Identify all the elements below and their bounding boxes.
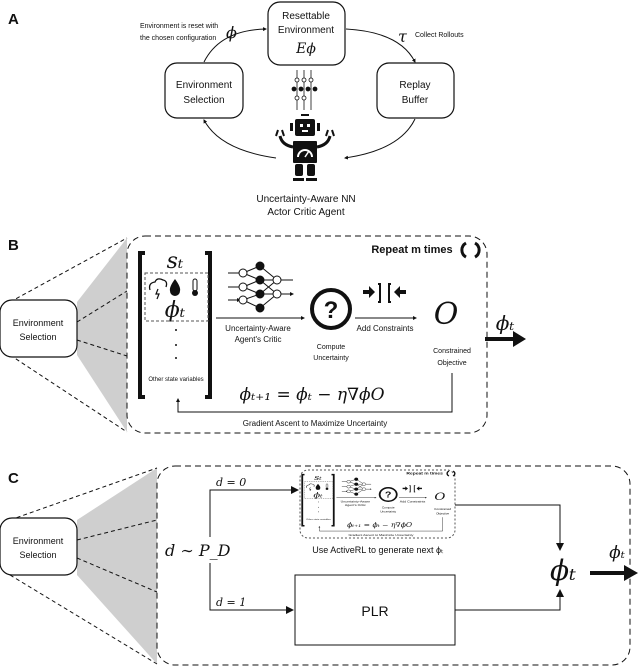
svg-text:Selection: Selection <box>183 95 224 106</box>
environment-selection-box: Environment Selection <box>0 299 78 358</box>
svg-text:Constrained: Constrained <box>433 348 471 355</box>
zoom-wedge <box>77 238 127 432</box>
resettable-environment-box: Resettable Environment Eϕ <box>267 1 346 66</box>
update-equation: ϕₜ₊₁ = ϕₜ − η∇ϕO <box>239 385 384 405</box>
phi-symbol: ϕ <box>226 23 237 42</box>
replay-buffer-box: Replay Buffer <box>376 62 455 119</box>
svg-text:Environment: Environment <box>13 536 64 546</box>
thermometer-icon <box>192 278 198 296</box>
svg-text:Resettable: Resettable <box>282 11 330 22</box>
activerl-to-phi-arrow <box>455 504 564 551</box>
activerl-process: sₜ ϕₜ Other state variables Uncertainty-… <box>138 241 481 428</box>
svg-text:Gradient Ascent to Maximize Un: Gradient Ascent to Maximize Uncertainty <box>243 419 388 428</box>
svg-text:Buffer: Buffer <box>402 95 429 106</box>
panel-a-label: A <box>8 11 19 28</box>
environment-selection-box: Environment Selection <box>0 517 78 576</box>
state-symbol: sₜ <box>167 249 184 274</box>
svg-text:Uncertainty-Aware: Uncertainty-Aware <box>225 324 291 333</box>
cycle-icon <box>460 241 481 259</box>
svg-text:Environment is reset with: Environment is reset with <box>140 23 218 30</box>
svg-text:Other state variables: Other state variables <box>148 377 203 383</box>
svg-text:Use ActiveRL to generate next: Use ActiveRL to generate next ϕₜ <box>312 545 444 555</box>
svg-text:Compute: Compute <box>317 344 346 351</box>
phi-t-symbol: ϕₜ <box>165 298 186 323</box>
activerl-mini-diagram <box>299 469 455 539</box>
svg-text:Objective: Objective <box>437 360 466 367</box>
svg-text:Add Constraints: Add Constraints <box>357 324 414 333</box>
arrow-buffer-to-agent <box>344 118 416 160</box>
env-symbol: Eϕ <box>295 41 316 57</box>
critic-network-icon <box>228 261 293 313</box>
constraint-icon <box>363 283 406 303</box>
svg-text:the chosen configuration: the chosen configuration <box>140 35 216 42</box>
output-phi: ϕₜ <box>496 311 515 335</box>
water-drop-icon <box>169 279 181 296</box>
svg-text:Agent's Critic: Agent's Critic <box>235 335 282 344</box>
svg-text:d = 0: d = 0 <box>216 476 246 489</box>
panel-c-label: C <box>8 470 19 487</box>
svg-text:PLR: PLR <box>361 603 388 619</box>
svg-text:Selection: Selection <box>19 332 56 342</box>
svg-text:Replay: Replay <box>399 80 430 91</box>
svg-text:Collect Rollouts: Collect Rollouts <box>415 32 464 39</box>
objective-symbol: O <box>434 297 459 332</box>
svg-text:Environment: Environment <box>176 80 232 91</box>
zoom-wedge <box>77 468 157 664</box>
right-bracket <box>205 251 212 399</box>
repeat-label: Repeat m times <box>371 244 452 256</box>
storm-cloud-icon <box>148 278 168 300</box>
distribution-label: d ∼ P_D <box>165 541 231 560</box>
svg-text:Actor Critic Agent: Actor Critic Agent <box>267 207 344 218</box>
svg-text:Environment: Environment <box>13 318 64 328</box>
panel-c: C Environment Selection d ∼ P_D d = 0 d … <box>0 465 638 666</box>
plr-box: PLR <box>294 574 456 646</box>
figure: A Resettable Environment Eϕ Environment … <box>0 1 638 666</box>
svg-text:Uncertainty-Aware NN: Uncertainty-Aware NN <box>256 194 355 205</box>
svg-text:?: ? <box>324 297 339 324</box>
svg-text:Environment: Environment <box>278 25 334 36</box>
selected-phi: ϕₜ <box>550 554 576 587</box>
svg-text:d = 1: d = 1 <box>216 596 246 609</box>
panel-b: B Environment Selection sₜ ϕₜ Other stat… <box>0 235 526 434</box>
branch-d0-arrow <box>209 486 299 537</box>
left-bracket <box>138 251 145 399</box>
panel-b-label: B <box>8 237 19 254</box>
tau-symbol: τ <box>398 27 408 46</box>
neural-network-icon <box>291 70 318 110</box>
robot-agent-icon <box>275 114 335 181</box>
plr-to-phi-arrow <box>455 589 564 611</box>
arrow-agent-to-selection <box>203 119 277 159</box>
svg-text:Uncertainty: Uncertainty <box>313 355 349 362</box>
question-mark-icon: ? <box>310 288 352 330</box>
output-phi: ϕₜ <box>609 543 626 563</box>
panel-a: A Resettable Environment Eϕ Environment … <box>8 1 464 218</box>
svg-text:Selection: Selection <box>19 550 56 560</box>
environment-selection-box: Environment Selection <box>164 62 244 119</box>
